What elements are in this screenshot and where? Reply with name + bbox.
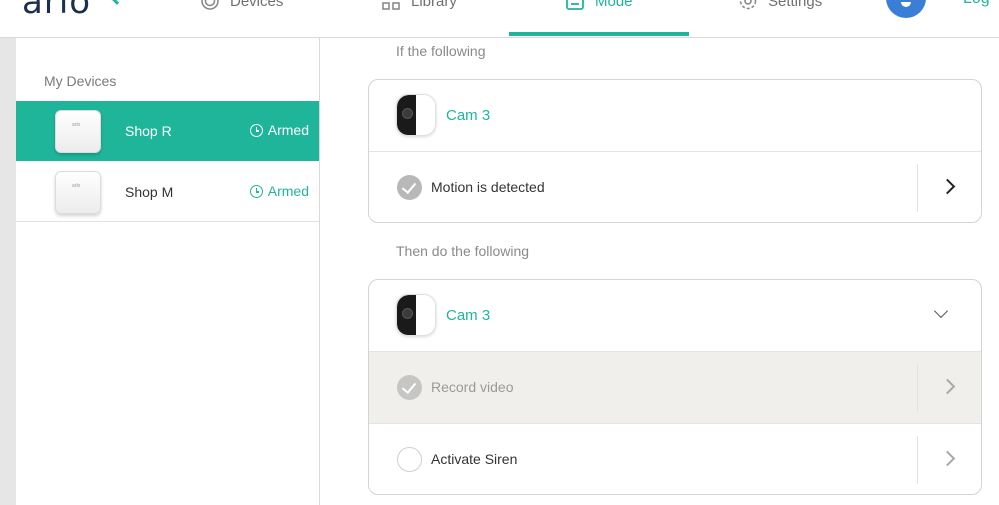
then-section-label: Then do the following <box>396 243 530 259</box>
camera-thumbnail <box>396 294 436 336</box>
active-tab-indicator <box>509 32 689 36</box>
nav-devices[interactable]: Devices <box>200 0 283 11</box>
base-station-image <box>55 171 101 214</box>
action-label: Activate Siren <box>431 451 518 467</box>
if-section-label: If the following <box>396 43 486 59</box>
action-label: Record video <box>431 379 514 395</box>
bell-icon[interactable] <box>886 0 926 18</box>
device-status: Armed <box>249 183 309 199</box>
checkmark-icon <box>397 175 422 200</box>
if-card: Cam 3 Motion is detected <box>368 79 982 223</box>
camera-name: Cam 3 <box>446 107 491 124</box>
device-item-shop-m[interactable]: Shop M Armed <box>16 162 319 222</box>
trigger-row[interactable]: Motion is detected <box>369 152 981 222</box>
chevron-right-icon[interactable] <box>939 450 956 467</box>
nav-settings-label: Settings <box>768 0 823 10</box>
top-navigation: arlo Devices Library Mode Settings Log <box>0 0 999 38</box>
chevron-down-icon[interactable] <box>933 303 949 319</box>
row-divider <box>917 164 918 212</box>
trigger-label: Motion is detected <box>431 179 545 195</box>
nav-devices-label: Devices <box>230 0 284 10</box>
nav-settings[interactable]: Settings <box>738 0 822 11</box>
sidebar-heading: My Devices <box>44 73 117 89</box>
left-gutter <box>0 38 16 505</box>
device-status-label: Armed <box>267 183 309 199</box>
if-camera-row: Cam 3 <box>369 80 981 152</box>
camera-thumbnail <box>396 94 436 136</box>
then-card: Cam 3 Record video Activate Siren <box>368 279 982 495</box>
arlo-logo[interactable]: arlo <box>22 0 91 22</box>
nav-mode-label: Mode <box>595 0 633 10</box>
library-icon <box>382 2 400 10</box>
checkmark-icon[interactable] <box>397 375 422 400</box>
clock-icon <box>249 184 263 198</box>
row-divider <box>917 436 918 484</box>
nav-library-label: Library <box>411 0 457 10</box>
action-row-activate-siren[interactable]: Activate Siren <box>369 424 981 494</box>
device-status: Armed <box>249 122 309 138</box>
device-item-shop-r[interactable]: Shop R Armed <box>16 101 319 161</box>
unchecked-circle-icon[interactable] <box>397 447 422 472</box>
camera-name: Cam 3 <box>446 307 491 324</box>
chevron-right-icon[interactable] <box>939 378 956 395</box>
nav-mode[interactable]: Mode <box>565 0 633 11</box>
device-name: Shop M <box>125 184 174 200</box>
base-station-image <box>55 110 101 153</box>
chevron-right-icon[interactable] <box>939 178 956 195</box>
action-row-record-video[interactable]: Record video <box>369 352 981 424</box>
devices-icon <box>201 0 219 10</box>
gear-icon <box>739 0 757 10</box>
logout-link[interactable]: Log <box>963 0 990 8</box>
clock-icon <box>249 123 263 137</box>
then-camera-row[interactable]: Cam 3 <box>369 280 981 352</box>
row-divider <box>917 364 918 412</box>
back-chevron-icon[interactable] <box>107 0 127 5</box>
device-status-label: Armed <box>267 122 309 138</box>
nav-library[interactable]: Library <box>381 0 457 11</box>
device-name: Shop R <box>125 123 172 139</box>
mode-icon <box>566 0 584 10</box>
device-sidebar: My Devices Shop R Armed Shop M Armed <box>16 38 320 505</box>
